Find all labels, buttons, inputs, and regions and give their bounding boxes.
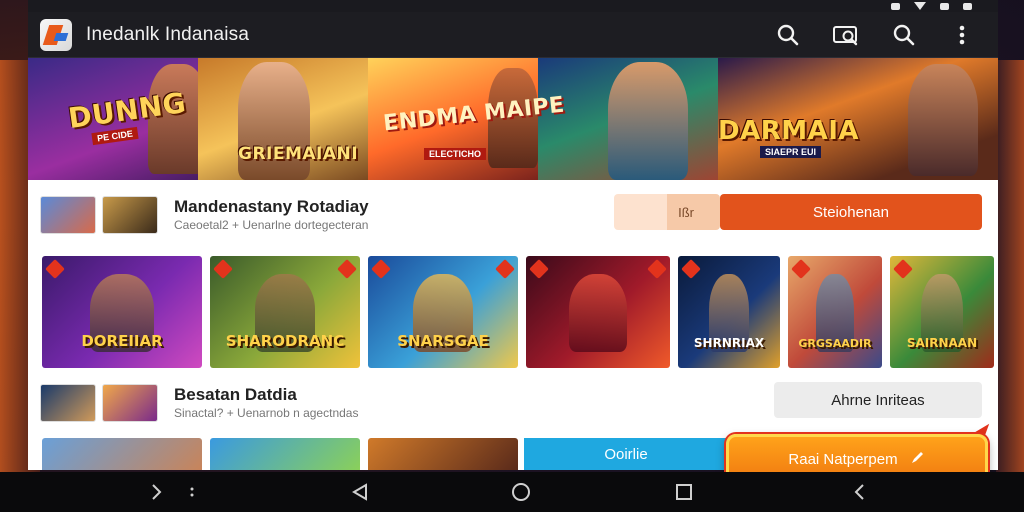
game-card[interactable] (210, 438, 360, 470)
chevron-left-icon[interactable] (850, 482, 870, 502)
game-title: SNARSGAE (397, 332, 489, 350)
home-icon[interactable] (511, 482, 531, 502)
game-title: DOREIIAR (81, 332, 163, 350)
primary-action-button[interactable]: Steiohenan (720, 194, 982, 230)
floating-cta-label: Raai Natperpem (788, 450, 898, 468)
banner-subtitle: ELECTICHO (424, 148, 487, 160)
row1-title: Mandenastany Rotadiay (174, 197, 369, 216)
system-nav-bar (0, 472, 1024, 512)
thumbnail[interactable] (102, 384, 158, 422)
badge-icon (893, 259, 913, 279)
game-title: SHARODRANC (225, 332, 345, 350)
row2-title: Besatan Datdia (174, 385, 297, 404)
badge-icon (213, 259, 233, 279)
banner-subtitle: SIAEPR EUI (760, 146, 822, 158)
game-card[interactable]: SNARSGAE (368, 256, 518, 368)
badge-icon (495, 259, 515, 279)
status-icon (891, 2, 900, 10)
promo-banner[interactable]: DUNNG PE CIDE GRIEMAIANI ENDMA MAIPE ELE… (28, 58, 998, 180)
game-card[interactable]: DOREIIAR (42, 256, 202, 368)
secondary-button[interactable]: Ißr (614, 194, 720, 230)
game-card[interactable]: GRGSAADIR (788, 256, 882, 368)
game-card[interactable] (526, 256, 670, 368)
status-bar (28, 0, 998, 12)
row1-subtitle: Caeoetal2 + Uenarlne dortegecteran (174, 218, 369, 232)
thumbnail[interactable] (40, 196, 96, 234)
game-card[interactable] (368, 438, 518, 470)
badge-icon (529, 259, 549, 279)
game-card[interactable]: SHRNRIAX (678, 256, 780, 368)
wifi-icon (914, 2, 926, 10)
banner-title: GRIEMAIANI (238, 144, 359, 164)
app-bar: Inedanlk Indanaisa (28, 12, 998, 58)
secondary-action-label: Ahrne Inriteas (831, 391, 925, 409)
game-title: SHRNRIAX (693, 336, 765, 350)
badge-icon (791, 259, 811, 279)
game-title: SAIRNAAN (906, 336, 978, 350)
row2-thumbnails (40, 384, 158, 422)
secondary-button-label: Ißr (678, 204, 694, 220)
badge-icon (647, 259, 667, 279)
more-vert-icon[interactable] (948, 21, 976, 49)
app-title: Inedanlk Indanaisa (86, 23, 250, 45)
app-logo (40, 18, 72, 51)
primary-button-label: Steiohenan (813, 203, 889, 221)
bottom-game-strip (42, 438, 518, 470)
recents-icon[interactable] (674, 482, 694, 502)
badge-icon (45, 259, 65, 279)
badge-icon (681, 259, 701, 279)
battery-icon (963, 2, 972, 10)
thumbnail[interactable] (40, 384, 96, 422)
search-icon[interactable] (774, 21, 802, 49)
secondary-action-button[interactable]: Ahrne Inriteas (774, 382, 982, 418)
game-card[interactable]: SAIRNAAN (890, 256, 994, 368)
row2-subtitle: Sinactal? + Uenarnob n agectndas (174, 406, 359, 420)
badge-icon (337, 259, 357, 279)
game-title: GRGSAADIR (798, 337, 872, 350)
online-button[interactable]: Ooirlie (524, 438, 728, 470)
game-card[interactable] (42, 438, 202, 470)
badge-icon (371, 259, 391, 279)
search-icon[interactable] (890, 21, 918, 49)
pencil-icon (910, 449, 926, 469)
banner-title: DARMAIA (718, 116, 860, 146)
back-icon[interactable] (350, 482, 370, 502)
thumbnail[interactable] (102, 196, 158, 234)
camera-search-icon[interactable] (832, 21, 860, 49)
chevron-right-icon[interactable] (146, 482, 166, 502)
background-glow-right (996, 60, 1024, 480)
game-grid: DOREIIAR SHARODRANC SNARSGAE SHRNRIAX GR… (42, 256, 994, 368)
row1-thumbnails (40, 196, 158, 234)
content-panel: Mandenastany Rotadiay Caeoetal2 + Uenarl… (28, 180, 998, 470)
keyboard-icon[interactable] (182, 482, 202, 502)
app-actions (774, 21, 986, 49)
game-card[interactable]: SHARODRANC (210, 256, 360, 368)
signal-icon (940, 2, 949, 10)
online-button-label: Ooirlie (604, 445, 648, 463)
